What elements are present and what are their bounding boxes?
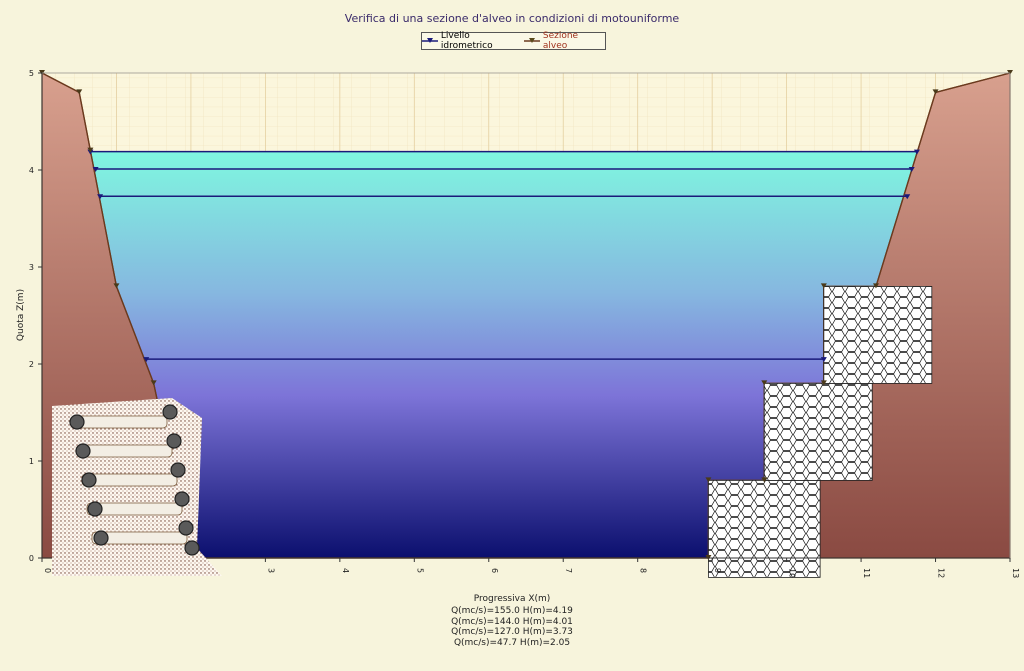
gabion-block (823, 285, 933, 384)
x-tick-label: 6 (490, 568, 499, 573)
anchor-plate (184, 540, 200, 556)
x-tick-label: 8 (639, 568, 648, 573)
y-axis-label: Quota Z(m) (16, 288, 26, 342)
gabion-block (763, 382, 873, 481)
anchor-plate (87, 501, 103, 517)
chart-root: Verifica di una sezione d'alveo in condi… (0, 0, 1024, 671)
anchor-rod (76, 444, 173, 458)
anchor-plate (174, 491, 190, 507)
x-tick-label: 0 (43, 568, 52, 573)
anchor-plate (166, 433, 182, 449)
anchor-plate (81, 472, 97, 488)
x-axis-label: Progressiva X(m) (473, 594, 551, 604)
x-tick-label: 12 (937, 568, 946, 578)
x-tick-label: 13 (1011, 568, 1020, 578)
y-tick-label: 0 (29, 554, 34, 563)
x-tick-label: 9 (713, 568, 722, 573)
y-tick-label: 5 (29, 69, 34, 78)
y-tick-label: 2 (29, 360, 34, 369)
discharge-notes: Q(mc/s)=155.0 H(m)=4.19 Q(mc/s)=144.0 H(… (0, 606, 1024, 648)
x-tick-label: 3 (266, 568, 275, 573)
anchor-rod (71, 415, 168, 429)
x-tick-label: 5 (415, 568, 424, 573)
discharge-note: Q(mc/s)=155.0 H(m)=4.19 (451, 606, 573, 616)
y-tick-label: 3 (29, 263, 34, 272)
gabion-block (708, 479, 821, 578)
anchor-plate (162, 404, 178, 420)
discharge-note: Q(mc/s)=47.7 H(m)=2.05 (453, 637, 571, 648)
x-tick-label: 4 (341, 568, 350, 573)
discharge-note: Q(mc/s)=127.0 H(m)=3.73 (451, 627, 573, 637)
x-tick-label: 11 (862, 568, 871, 578)
y-tick-label: 1 (29, 457, 34, 466)
plot-area: 012345678910111213012345 (29, 69, 1020, 578)
anchor-plate (69, 414, 85, 430)
retaining-wall-illustration (52, 398, 222, 576)
y-tick-label: 4 (29, 166, 34, 175)
anchor-plate (75, 443, 91, 459)
anchor-plate (93, 530, 109, 546)
x-tick-label: 10 (788, 568, 797, 578)
anchor-plate (178, 520, 194, 536)
anchor-plate (170, 462, 186, 478)
x-tick-label: 7 (564, 568, 573, 573)
discharge-note: Q(mc/s)=144.0 H(m)=4.01 (451, 616, 573, 627)
